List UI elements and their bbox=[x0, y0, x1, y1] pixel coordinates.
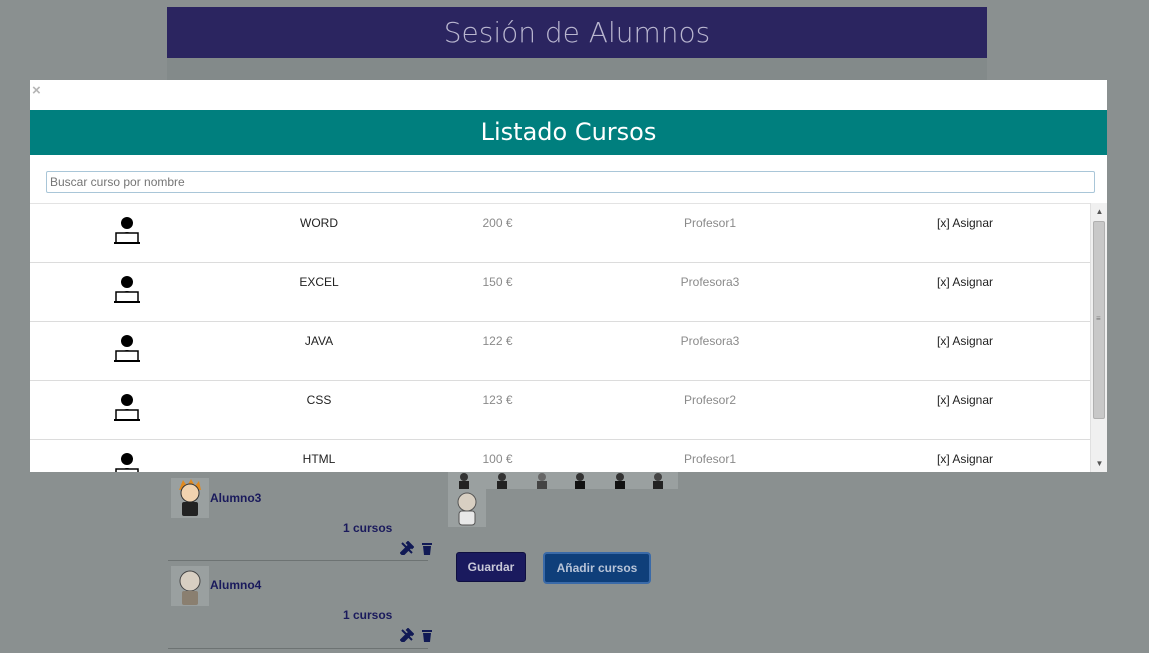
student-name[interactable]: Alumno3 bbox=[210, 491, 261, 505]
search-input[interactable] bbox=[46, 171, 1095, 193]
course-price: 123 € bbox=[482, 393, 513, 407]
course-teacher: Profesora3 bbox=[680, 334, 740, 348]
assign-link[interactable]: [x] Asignar bbox=[910, 393, 1020, 407]
student-name[interactable]: Alumno4 bbox=[210, 578, 261, 592]
avatar-icon[interactable] bbox=[648, 472, 668, 489]
course-price: 122 € bbox=[482, 334, 513, 348]
assign-link[interactable]: [x] Asignar bbox=[910, 275, 1020, 289]
course-row: CSS 123 € Profesor2 [x] Asignar bbox=[30, 381, 1090, 440]
assign-link[interactable]: [x] Asignar bbox=[910, 452, 1020, 466]
avatar bbox=[171, 478, 209, 518]
course-price: 200 € bbox=[482, 216, 513, 230]
tools-icon[interactable] bbox=[400, 628, 414, 642]
avatar-icon[interactable] bbox=[448, 489, 486, 527]
course-name: EXCEL bbox=[299, 275, 339, 289]
course-name: HTML bbox=[302, 452, 336, 466]
course-name: CSS bbox=[306, 393, 332, 407]
avatar-strip bbox=[448, 472, 678, 489]
avatar-icon[interactable] bbox=[610, 472, 630, 489]
scroll-thumb[interactable]: ≡ bbox=[1093, 221, 1105, 419]
avatar-icon[interactable] bbox=[570, 472, 590, 489]
trash-icon[interactable] bbox=[420, 541, 434, 555]
course-row: HTML 100 € Profesor1 [x] Asignar bbox=[30, 440, 1090, 472]
close-icon[interactable]: × bbox=[32, 82, 41, 99]
scroll-up-arrow-icon[interactable]: ▲ bbox=[1091, 203, 1107, 220]
student-course-count: 1 cursos bbox=[343, 521, 393, 535]
course-name: JAVA bbox=[304, 334, 334, 348]
page-title: Sesión de Alumnos bbox=[167, 7, 987, 58]
scroll-down-arrow-icon[interactable]: ▼ bbox=[1091, 455, 1107, 472]
student-item: Alumno3 1 cursos bbox=[168, 472, 432, 561]
avatar-icon[interactable] bbox=[492, 472, 512, 489]
teacher-laptop-icon bbox=[114, 276, 140, 303]
avatar-icon[interactable] bbox=[454, 472, 474, 489]
course-teacher: Profesor1 bbox=[683, 452, 737, 466]
add-courses-button[interactable]: Añadir cursos bbox=[543, 552, 651, 584]
avatar bbox=[171, 566, 209, 606]
course-teacher: Profesora3 bbox=[680, 275, 740, 289]
save-button[interactable]: Guardar bbox=[456, 552, 526, 582]
teacher-laptop-icon bbox=[115, 453, 139, 472]
assign-link[interactable]: [x] Asignar bbox=[910, 216, 1020, 230]
course-list-modal: × Listado Cursos WORD 200 € Profesor1 [x… bbox=[30, 80, 1107, 472]
course-price: 100 € bbox=[482, 452, 513, 466]
course-teacher: Profesor2 bbox=[683, 393, 737, 407]
course-row: EXCEL 150 € Profesora3 [x] Asignar bbox=[30, 263, 1090, 322]
teacher-laptop-icon bbox=[114, 217, 140, 244]
assign-link[interactable]: [x] Asignar bbox=[910, 334, 1020, 348]
course-list: WORD 200 € Profesor1 [x] Asignar EXCEL 1… bbox=[30, 203, 1090, 472]
grip-icon: ≡ bbox=[1096, 314, 1101, 323]
tools-icon[interactable] bbox=[400, 541, 414, 555]
modal-title: Listado Cursos bbox=[30, 110, 1107, 155]
course-name: WORD bbox=[300, 216, 338, 230]
course-teacher: Profesor1 bbox=[683, 216, 737, 230]
student-course-count: 1 cursos bbox=[343, 608, 393, 622]
avatar-icon[interactable] bbox=[532, 472, 552, 489]
student-item: Alumno4 1 cursos bbox=[168, 560, 432, 649]
course-row: WORD 200 € Profesor1 [x] Asignar bbox=[30, 204, 1090, 263]
scrollbar[interactable]: ▲ ≡ ▼ bbox=[1090, 203, 1107, 472]
trash-icon[interactable] bbox=[420, 628, 434, 642]
page-panel bbox=[167, 58, 987, 81]
course-row: JAVA 122 € Profesora3 [x] Asignar bbox=[30, 322, 1090, 381]
teacher-laptop-icon bbox=[114, 335, 140, 362]
course-price: 150 € bbox=[482, 275, 513, 289]
teacher-laptop-icon bbox=[114, 394, 140, 421]
